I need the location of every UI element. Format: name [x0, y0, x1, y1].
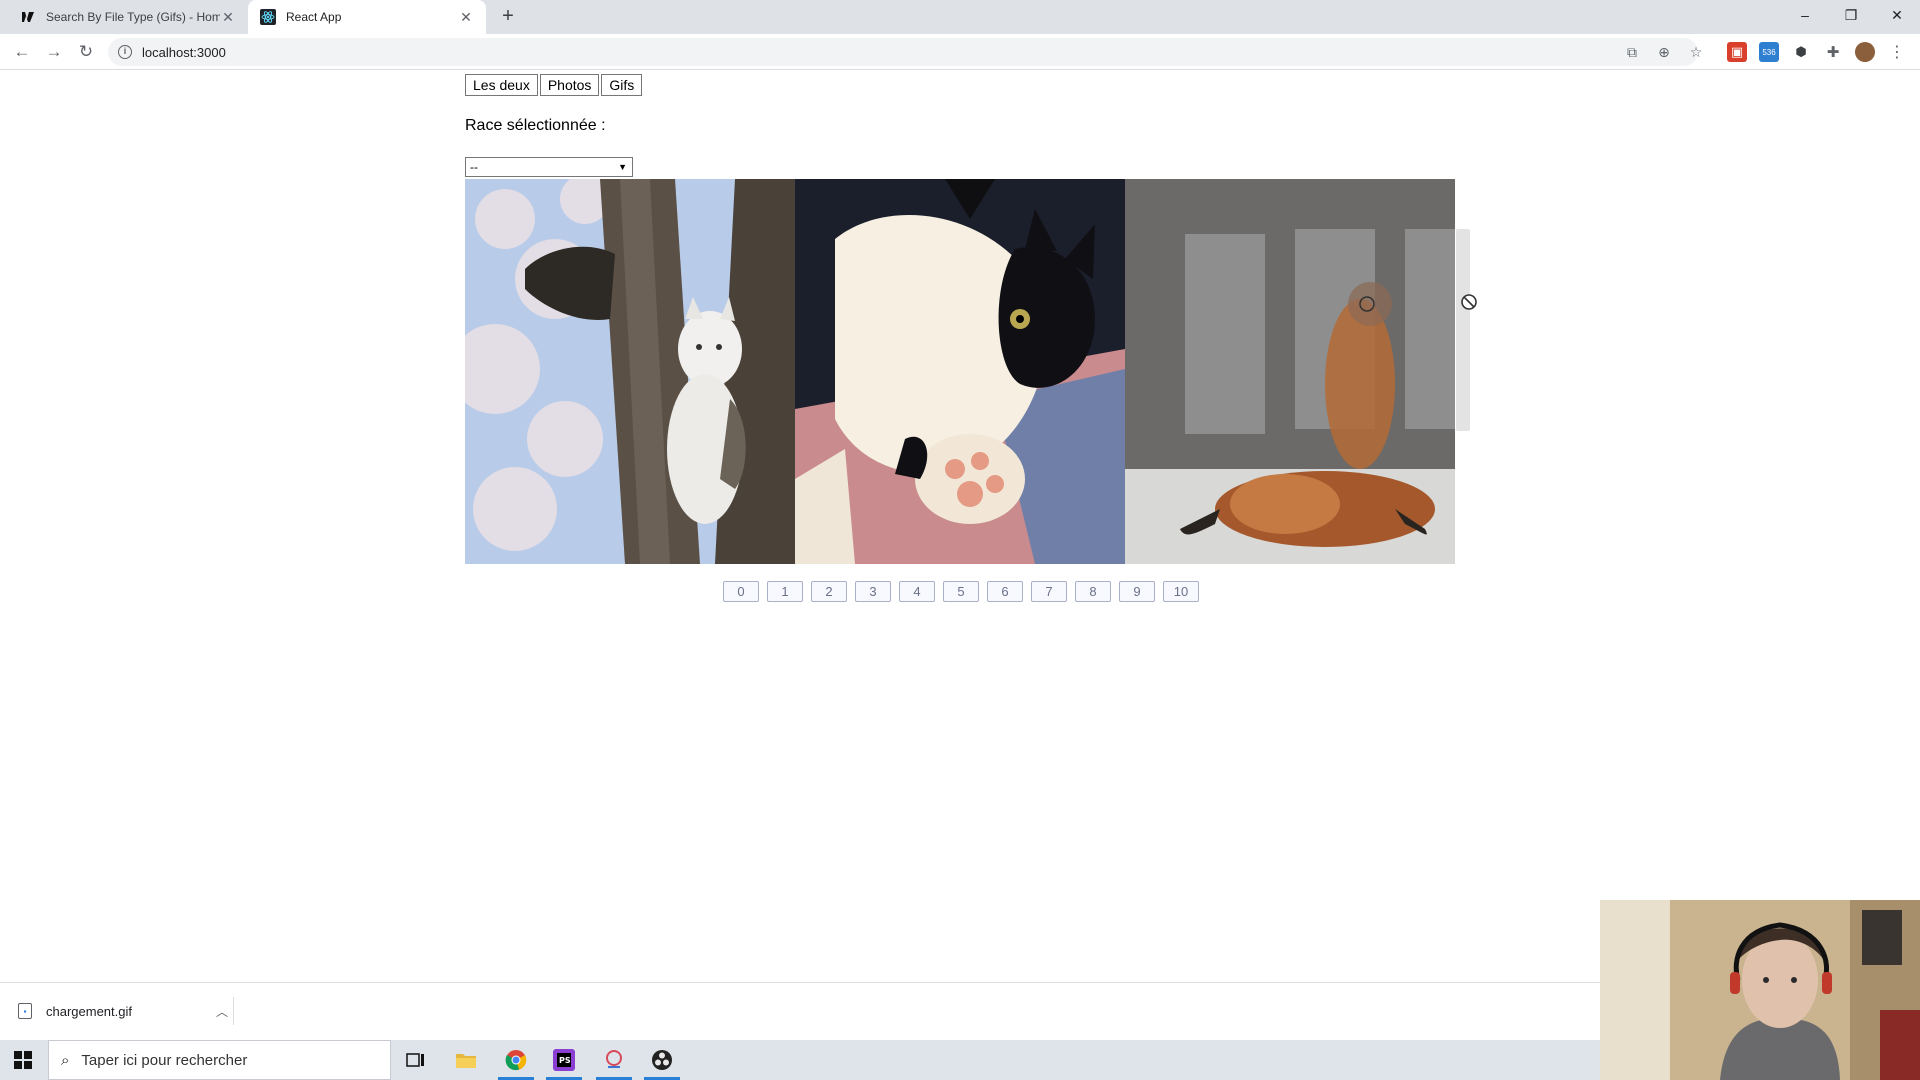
- download-item[interactable]: ▪ chargement.gif ︿: [18, 997, 234, 1025]
- extension-red-icon[interactable]: ▣: [1727, 42, 1747, 62]
- extensions-puzzle-icon[interactable]: ✚: [1823, 42, 1843, 62]
- giphy-icon: [20, 9, 36, 25]
- bookmark-star-icon[interactable]: ☆: [1686, 42, 1706, 62]
- tab-title: Search By File Type (Gifs) - Home: [46, 10, 220, 24]
- page-button-4[interactable]: 4: [899, 581, 935, 602]
- extension-badge-icon[interactable]: 536: [1759, 42, 1779, 62]
- site-info-icon[interactable]: i: [118, 45, 132, 59]
- type-filter-group: Les deux Photos Gifs: [465, 74, 644, 96]
- page-button-7[interactable]: 7: [1031, 581, 1067, 602]
- new-tab-button[interactable]: +: [496, 5, 520, 29]
- profile-avatar[interactable]: [1855, 42, 1875, 62]
- page-content: Les deux Photos Gifs Race sélectionnée :…: [0, 71, 1920, 981]
- react-icon: [260, 9, 276, 25]
- file-icon: ▪: [18, 1003, 32, 1019]
- cat-gallery: [465, 179, 1455, 564]
- translate-icon[interactable]: ⧉: [1622, 42, 1642, 62]
- gallery-scrollbar[interactable]: [1456, 229, 1470, 431]
- dropdown-arrow-icon: ▼: [618, 162, 627, 172]
- page-button-2[interactable]: 2: [811, 581, 847, 602]
- windows-start-icon[interactable]: [8, 1048, 38, 1072]
- cat-photo-2[interactable]: [795, 179, 1125, 564]
- tab-strip: Search By File Type (Gifs) - Home ✕ Reac…: [0, 0, 1920, 34]
- chrome-icon[interactable]: [492, 1040, 540, 1080]
- close-icon[interactable]: ✕: [220, 9, 236, 26]
- back-icon[interactable]: ←: [10, 40, 34, 64]
- tab-search-by-file-type[interactable]: Search By File Type (Gifs) - Home ✕: [8, 0, 248, 34]
- forward-icon[interactable]: →: [42, 40, 66, 64]
- cat-photo-1[interactable]: [465, 179, 795, 564]
- pagination: 0 1 2 3 4 5 6 7 8 9 10: [723, 581, 1207, 602]
- snipping-tool-icon[interactable]: [590, 1040, 638, 1080]
- filter-gifs-button[interactable]: Gifs: [601, 74, 643, 96]
- page-button-8[interactable]: 8: [1075, 581, 1111, 602]
- page-button-10[interactable]: 10: [1163, 581, 1199, 602]
- search-icon: ⌕: [61, 1051, 70, 1069]
- address-bar[interactable]: i localhost:3000: [108, 38, 1698, 66]
- race-select[interactable]: -- ▼: [465, 157, 633, 177]
- minimize-button[interactable]: –: [1782, 0, 1828, 30]
- page-button-9[interactable]: 9: [1119, 581, 1155, 602]
- browser-toolbar: ← → ↻ i localhost:3000 ⧉ ⊕ ☆ ▣ 536 ⬢ ✚ ⋮: [0, 34, 1920, 70]
- filter-photos-button[interactable]: Photos: [539, 74, 600, 96]
- tab-react-app[interactable]: React App ✕: [248, 0, 486, 34]
- page-button-3[interactable]: 3: [855, 581, 891, 602]
- page-button-5[interactable]: 5: [943, 581, 979, 602]
- zoom-icon[interactable]: ⊕: [1654, 42, 1674, 62]
- taskbar-search-placeholder: Taper ici pour rechercher: [81, 1051, 248, 1069]
- svg-text:PS: PS: [559, 1056, 571, 1065]
- not-allowed-cursor-icon: [1460, 293, 1478, 311]
- reload-icon[interactable]: ↻: [74, 40, 98, 64]
- page-button-6[interactable]: 6: [987, 581, 1023, 602]
- page-button-0[interactable]: 0: [723, 581, 759, 602]
- race-label: Race sélectionnée :: [465, 117, 606, 134]
- restore-button[interactable]: ❐: [1828, 0, 1874, 30]
- menu-kebab-icon[interactable]: ⋮: [1887, 42, 1907, 62]
- download-file-name: chargement.gif: [46, 1003, 132, 1019]
- webcam-overlay: [1600, 900, 1920, 1080]
- filter-both-button[interactable]: Les deux: [465, 74, 538, 96]
- chevron-up-icon[interactable]: ︿: [211, 1003, 233, 1020]
- cat-photo-3[interactable]: [1125, 179, 1455, 564]
- taskbar-search-box[interactable]: ⌕ Taper ici pour rechercher: [48, 1040, 391, 1080]
- downloads-bar: ▪ chargement.gif ︿: [0, 982, 1600, 1038]
- file-explorer-icon[interactable]: [442, 1040, 490, 1080]
- page-button-1[interactable]: 1: [767, 581, 803, 602]
- task-view-icon[interactable]: [392, 1040, 440, 1080]
- close-icon[interactable]: ✕: [458, 9, 474, 26]
- obs-icon[interactable]: [638, 1040, 686, 1080]
- window-close-button[interactable]: ✕: [1874, 0, 1920, 30]
- extension-ghost-icon[interactable]: ⬢: [1791, 42, 1811, 62]
- address-text: localhost:3000: [142, 44, 226, 60]
- extension-badge-count: 536: [1762, 47, 1776, 57]
- race-select-value: --: [470, 160, 478, 174]
- tab-title: React App: [286, 10, 342, 24]
- phpstorm-icon[interactable]: PS: [540, 1040, 588, 1080]
